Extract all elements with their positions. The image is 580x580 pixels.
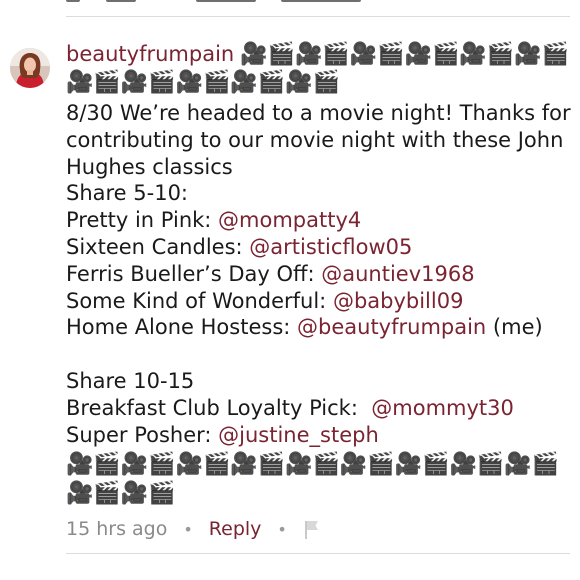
pick-line: Sixteen Candles: @artisticflow05	[66, 234, 574, 261]
comment-meta: 15 hrs ago • Reply •	[66, 514, 570, 544]
separator-dot: •	[277, 519, 287, 539]
username-link[interactable]: beautyfrumpain	[66, 42, 234, 66]
separator-dot: •	[183, 519, 193, 539]
top-divider	[66, 16, 570, 17]
pick-line: Breakfast Club Loyalty Pick: @mommyt30	[66, 395, 574, 422]
reply-button[interactable]: Reply	[209, 518, 262, 540]
pick-line: Home Alone Hostess: @beautyfrumpain (me)	[66, 314, 574, 341]
mention-link[interactable]: @auntiev1968	[321, 262, 474, 286]
share-10-15-heading: Share 10-15	[66, 368, 195, 393]
pick-label: Super Posher:	[66, 422, 219, 447]
flag-icon[interactable]	[303, 518, 321, 540]
pick-label: Pretty in Pink:	[66, 208, 219, 233]
pick-label: Sixteen Candles:	[66, 234, 250, 259]
pick-line: Some Kind of Wonderful: @babybill09	[66, 288, 574, 315]
mention-link[interactable]: @babybill09	[333, 289, 464, 313]
pick-label: Ferris Bueller’s Day Off:	[66, 261, 322, 286]
comment-body: 8/30 We’re headed to a movie night! Than…	[66, 100, 574, 448]
share-5-10-heading: Share 5-10:	[66, 181, 189, 206]
avatar[interactable]	[10, 48, 50, 88]
comment: beautyfrumpain 🎥🎬🎥🎬🎥🎬🎥🎬🎥🎬🎥🎬🎥🎬🎥🎬🎥🎬🎥🎬🎥🎬 8/3…	[66, 40, 574, 508]
mention-link[interactable]: @mompatty4	[218, 208, 361, 232]
pick-label: Some Kind of Wonderful:	[66, 288, 333, 313]
timestamp: 15 hrs ago	[66, 518, 168, 540]
bottom-divider	[66, 553, 570, 554]
mention-link[interactable]: @artisticflow05	[249, 235, 412, 259]
pick-line: Super Posher: @justine_steph	[66, 422, 574, 449]
pick-line: Pretty in Pink: @mompatty4	[66, 207, 574, 234]
avatar-image	[10, 48, 50, 88]
pick-label: Home Alone Hostess:	[66, 315, 298, 340]
camera-emoji-run-footer: 🎥🎬🎥🎬🎥🎬🎥🎬🎥🎬🎥🎬🎥🎬🎥🎬🎥🎬🎥🎬🎥🎬	[66, 452, 560, 507]
pick-suffix: (me)	[486, 315, 543, 340]
comment-header: beautyfrumpain 🎥🎬🎥🎬🎥🎬🎥🎬🎥🎬🎥🎬🎥🎬🎥🎬🎥🎬🎥🎬🎥🎬	[66, 40, 574, 100]
previous-comment-fragment	[66, 0, 570, 6]
mention-link[interactable]: @justine_steph	[218, 423, 379, 447]
intro-text: 8/30 We’re headed to a movie night! Than…	[66, 101, 571, 179]
mention-link[interactable]: @mommyt30	[371, 396, 514, 420]
pick-label: Breakfast Club Loyalty Pick:	[66, 395, 372, 420]
pick-line: Ferris Bueller’s Day Off: @auntiev1968	[66, 261, 574, 288]
mention-link[interactable]: @beautyfrumpain	[297, 315, 486, 339]
